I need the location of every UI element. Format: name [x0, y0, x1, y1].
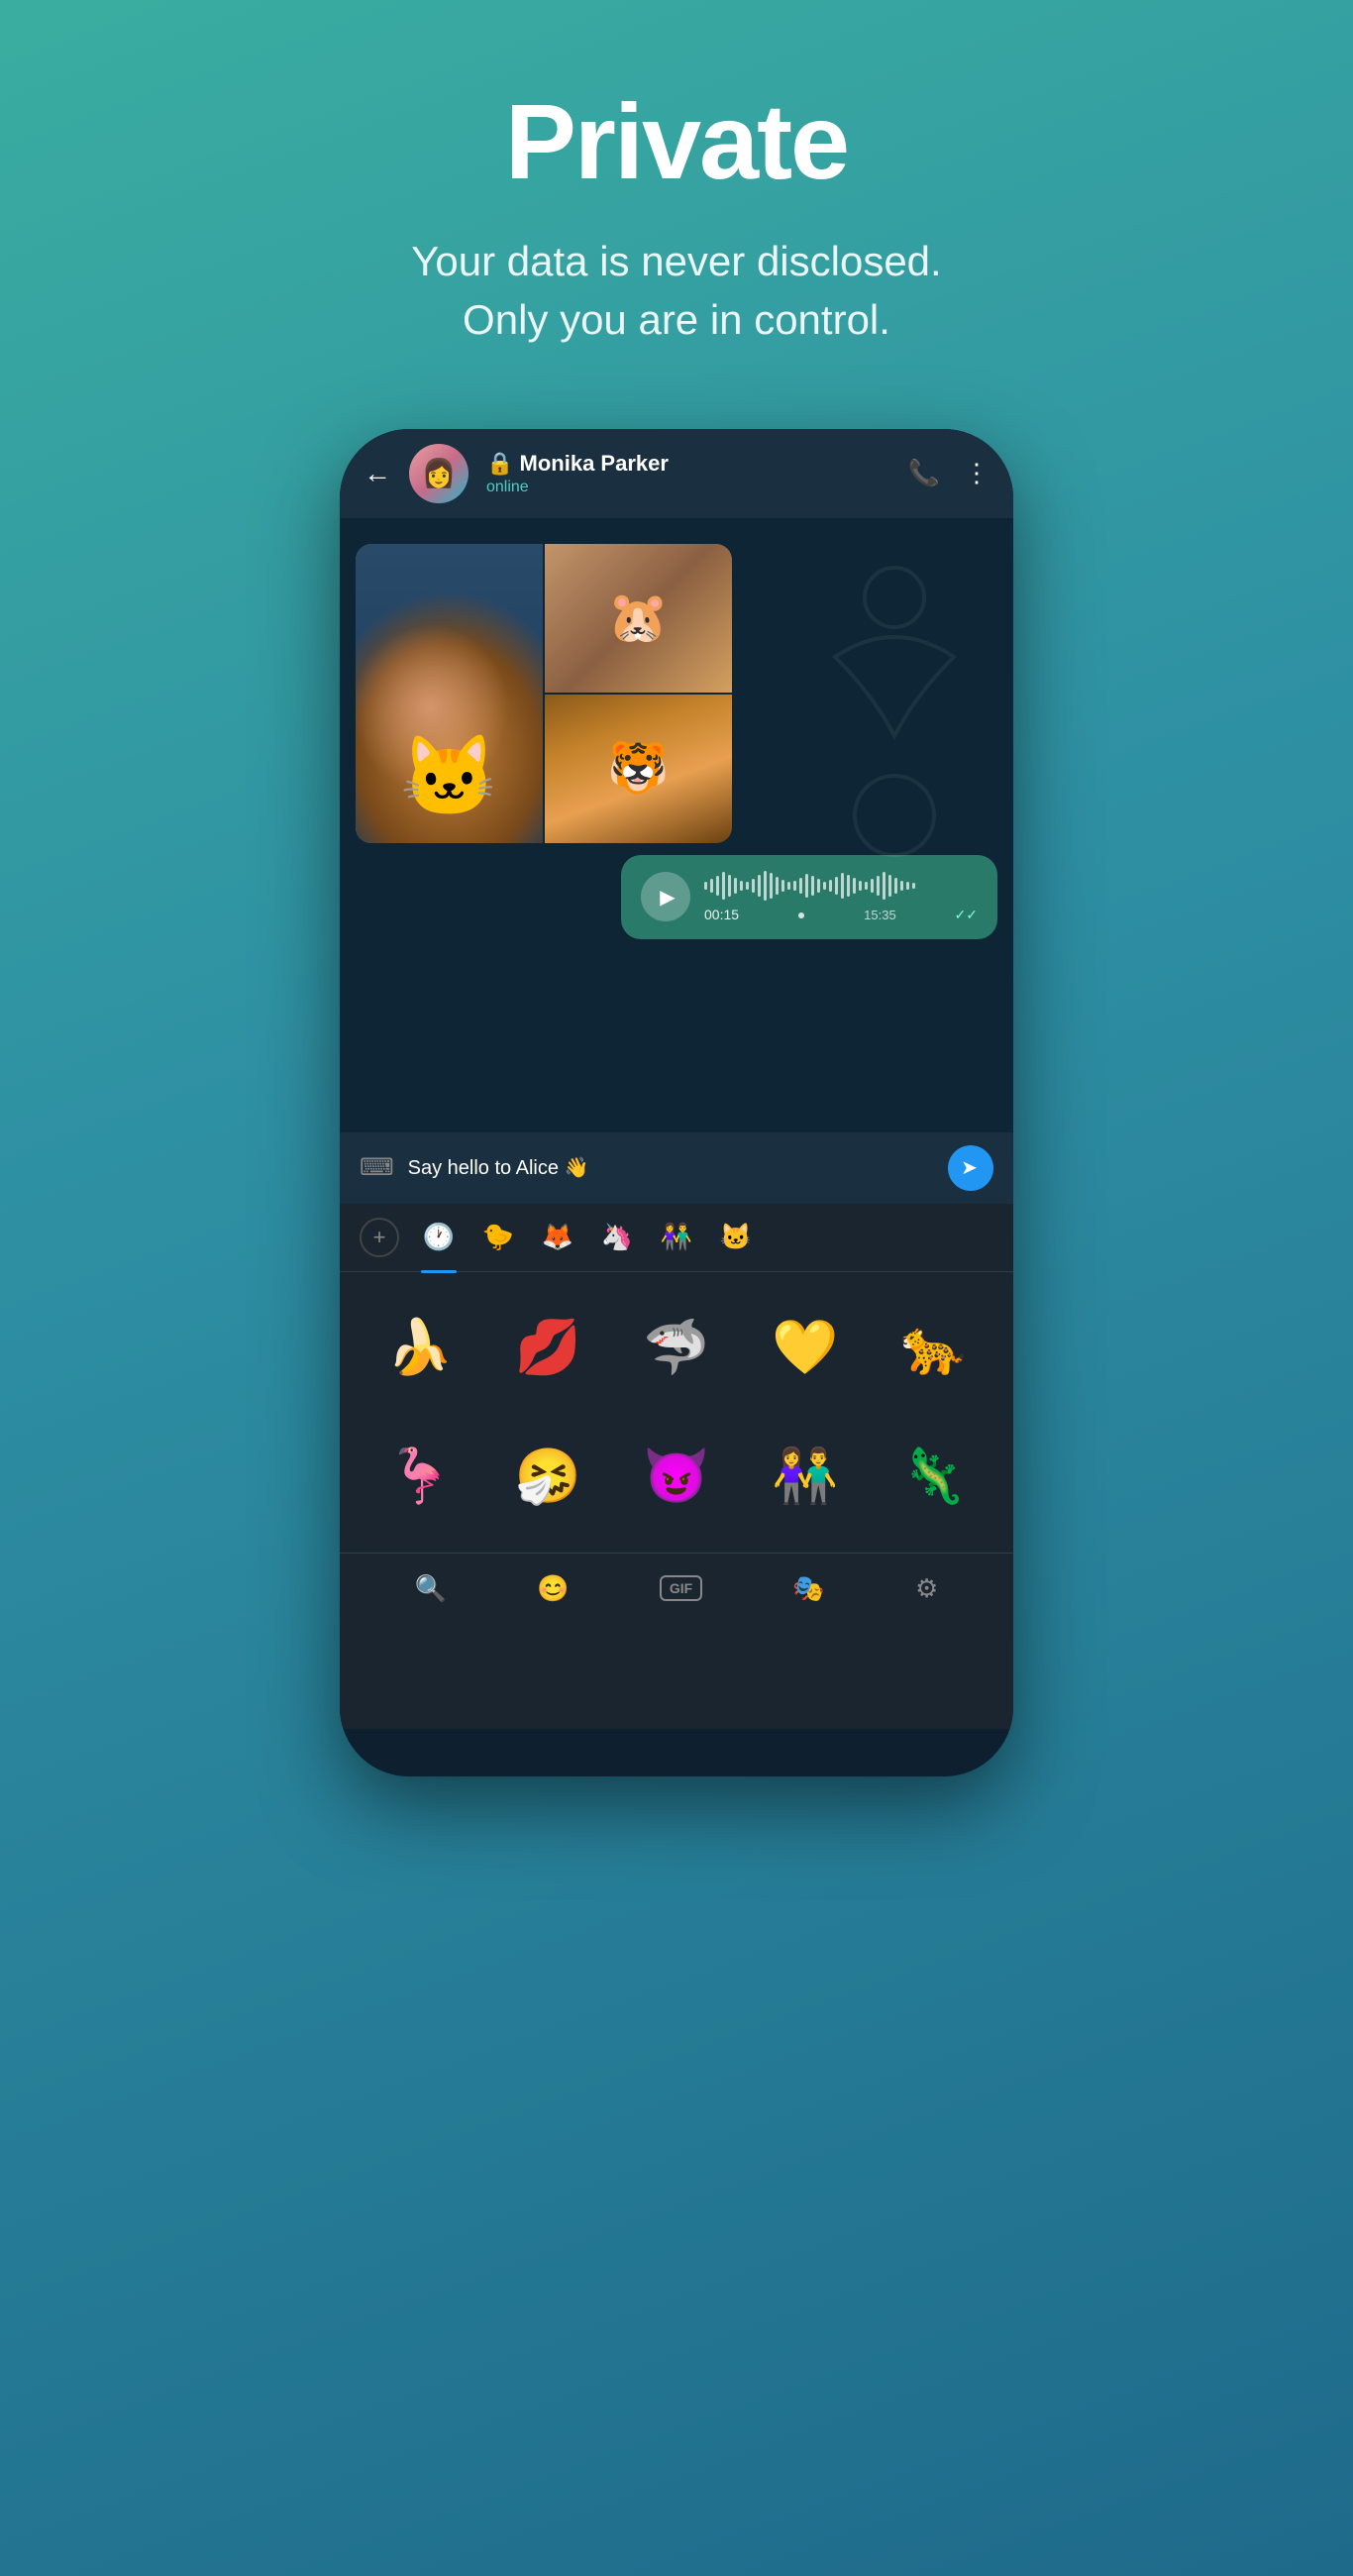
photo-grid-message: 🐹 🐯 — [356, 544, 732, 843]
add-sticker-tab[interactable]: + — [360, 1218, 399, 1257]
photo-hamster: 🐹 — [545, 544, 732, 693]
chat-bg-pattern — [795, 538, 993, 934]
call-button[interactable]: 📞 — [908, 458, 940, 488]
input-bar: ⌨ Say hello to Alice 👋 ➤ — [340, 1132, 1013, 1204]
hero-title: Private — [505, 79, 848, 203]
sticker-tab-fox[interactable]: 🦊 — [538, 1218, 577, 1257]
sticker-tab-unicorn[interactable]: 🦄 — [597, 1218, 637, 1257]
back-button[interactable]: ← — [364, 458, 391, 489]
sticker-banana[interactable]: 🍌 — [360, 1288, 480, 1409]
gif-button[interactable]: GIF — [660, 1575, 702, 1601]
play-button[interactable]: ▶ — [641, 872, 690, 921]
hero-subtitle: Your data is never disclosed. Only you a… — [411, 233, 941, 350]
photo-cat — [356, 544, 543, 843]
sticker-kiss[interactable]: 💋 — [488, 1288, 609, 1409]
emoji-icon[interactable]: 😊 — [537, 1573, 569, 1604]
sticker-panel: + 🕐 🐤 🦊 🦄 👫 🐱 🍌 💋 🦈 💛 🐆 🦩 🤧 😈 👫 🦎 — [340, 1204, 1013, 1729]
send-icon: ➤ — [961, 1155, 978, 1180]
settings-icon[interactable]: ⚙ — [915, 1573, 938, 1604]
voice-duration: 00:15 — [704, 907, 739, 922]
subtitle-line2: Only you are in control. — [463, 296, 890, 343]
sticker-tab-cat[interactable]: 🐱 — [716, 1218, 756, 1257]
search-icon[interactable]: 🔍 — [415, 1573, 447, 1604]
sticker-icon[interactable]: 🎭 — [792, 1573, 824, 1604]
sticker-orange[interactable]: 🤧 — [488, 1416, 609, 1537]
header-icons: 📞 ⋮ — [908, 458, 989, 488]
sticker-tab-duck[interactable]: 🐤 — [478, 1218, 518, 1257]
contact-status: online — [486, 479, 890, 496]
send-button[interactable]: ➤ — [948, 1145, 993, 1191]
phone-screen: ← 👩 🔒 Monika Parker online 📞 ⋮ 🐹 🐯 — [340, 429, 1013, 1776]
contact-name: 🔒 Monika Parker — [486, 451, 890, 477]
sticker-tabs: + 🕐 🐤 🦊 🦄 👫 🐱 — [340, 1204, 1013, 1272]
chat-header: ← 👩 🔒 Monika Parker online 📞 ⋮ — [340, 429, 1013, 518]
contact-info: 🔒 Monika Parker online — [486, 451, 890, 496]
sticker-tab-recent[interactable]: 🕐 — [419, 1218, 459, 1257]
sticker-grid: 🍌 💋 🦈 💛 🐆 🦩 🤧 😈 👫 🦎 — [340, 1272, 1013, 1553]
subtitle-line1: Your data is never disclosed. — [411, 238, 941, 284]
lock-icon: 🔒 — [486, 451, 520, 476]
message-input[interactable]: Say hello to Alice 👋 — [408, 1155, 934, 1180]
sticker-hearts[interactable]: 💛 — [745, 1288, 866, 1409]
menu-button[interactable]: ⋮ — [964, 458, 989, 488]
phone-mockup: ← 👩 🔒 Monika Parker online 📞 ⋮ 🐹 🐯 — [340, 429, 1013, 1776]
contact-avatar: 👩 — [409, 444, 468, 503]
photo-tiger: 🐯 — [545, 695, 732, 843]
sticker-shark[interactable]: 🦈 — [616, 1288, 737, 1409]
sticker-bottom-bar: 🔍 😊 GIF 🎭 ⚙ — [340, 1553, 1013, 1624]
keyboard-toggle[interactable]: ⌨ — [360, 1153, 394, 1182]
sticker-devil[interactable]: 😈 — [616, 1416, 737, 1537]
sticker-tab-couple[interactable]: 👫 — [657, 1218, 696, 1257]
sticker-lizard[interactable]: 🦎 — [873, 1416, 993, 1537]
chat-body: 🐹 🐯 ▶ 00:15 ● 15:35 ✓✓ — [340, 518, 1013, 1132]
sticker-flamingo[interactable]: 🦩 — [360, 1416, 480, 1537]
play-icon: ▶ — [660, 885, 675, 910]
sticker-leopard[interactable]: 🐆 — [873, 1288, 993, 1409]
sticker-couple2[interactable]: 👫 — [745, 1416, 866, 1537]
